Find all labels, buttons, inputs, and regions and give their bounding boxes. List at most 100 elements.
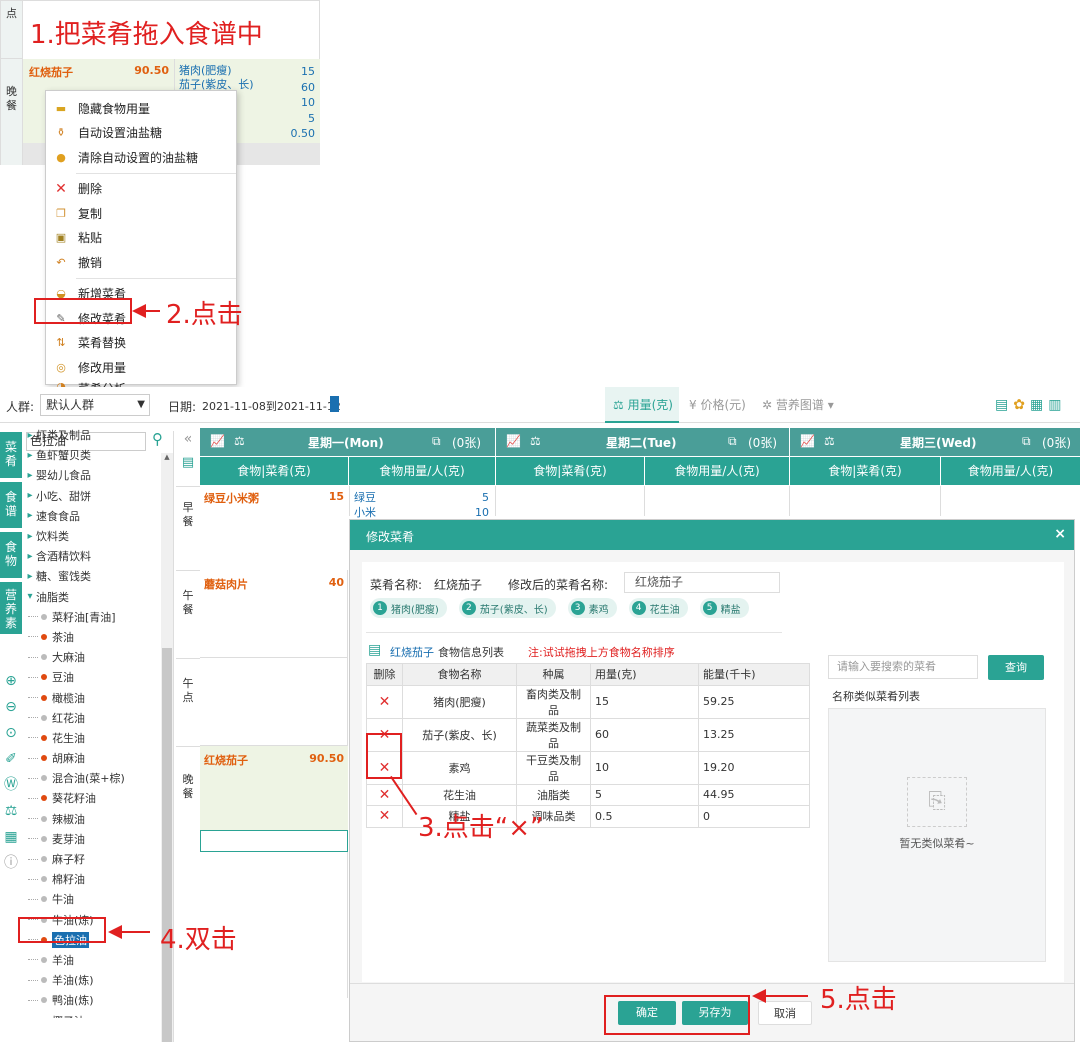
- photo-icon[interactable]: ⧉: [432, 434, 441, 449]
- note-icon[interactable]: ▤: [176, 455, 200, 470]
- cancel-button[interactable]: 取消: [758, 1001, 812, 1025]
- divider: [495, 486, 496, 516]
- scale-icon[interactable]: ⚖: [234, 434, 245, 448]
- scroll-up-icon[interactable]: ▲: [162, 453, 172, 461]
- weight-icon[interactable]: Ⓦ: [0, 772, 22, 798]
- col-header: 食物用量/人(克): [645, 457, 789, 485]
- grid-icon[interactable]: ▦: [0, 824, 22, 850]
- menu-item-hide-amount[interactable]: ▬ 隐藏食物用量: [46, 96, 236, 121]
- sidebar-tab-nutrients[interactable]: 营 养 素: [0, 582, 22, 634]
- tree-item-label: 羊油: [52, 953, 74, 967]
- tree-item[interactable]: 混合油(菜+棕): [24, 768, 160, 788]
- search-button[interactable]: 查询: [988, 655, 1044, 680]
- tab-nutrition-chart[interactable]: ✲ 营养图谱 ▾: [758, 387, 848, 423]
- sidebar-tab-foods[interactable]: 食 物: [0, 532, 22, 578]
- tree-item[interactable]: ▸ 鱼虾蟹贝类: [24, 445, 160, 465]
- sidebar-tab-dishes[interactable]: 菜 肴: [0, 432, 22, 478]
- date-range[interactable]: 2021-11-08到2021-11-12: [202, 398, 341, 414]
- status-dot-icon: [41, 694, 47, 701]
- menu-item-undo[interactable]: ↶ 撤销: [46, 250, 236, 275]
- tree-item[interactable]: 麦芽油: [24, 829, 160, 849]
- tree-item[interactable]: 麻子籽: [24, 849, 160, 869]
- status-dot-icon: [41, 997, 47, 1004]
- menu-item-clear-seasoning[interactable]: ● 清除自动设置的油盐糖: [46, 145, 236, 170]
- info-icon[interactable]: ⓘ: [0, 850, 22, 876]
- tree-item[interactable]: 辣椒油: [24, 809, 160, 829]
- tree-item[interactable]: 花生油: [24, 728, 160, 748]
- delete-icon[interactable]: ✕: [366, 684, 403, 719]
- add-dish-slot[interactable]: [200, 830, 348, 852]
- tab-amount[interactable]: ⚖ 用量(克): [605, 387, 679, 423]
- tree-item[interactable]: 羊油: [24, 950, 160, 970]
- tab-price[interactable]: ¥ 价格(元): [685, 387, 753, 423]
- food-chip[interactable]: 2 茄子(紫皮、长): [458, 598, 556, 618]
- tree-item[interactable]: ▸ 婴幼儿食品: [24, 465, 160, 485]
- stats-icon[interactable]: 📈: [210, 434, 225, 448]
- menu-item-auto-seasoning[interactable]: ⚱ 自动设置油盐糖: [46, 121, 236, 146]
- stats-icon[interactable]: 📈: [800, 434, 815, 448]
- food-chip[interactable]: 5 精盐: [699, 598, 749, 618]
- tree-item[interactable]: 鸭油(炼): [24, 990, 160, 1010]
- tree-item[interactable]: 羊油(炼): [24, 970, 160, 990]
- scale-icon[interactable]: ⚖: [824, 434, 835, 448]
- menu-item-copy[interactable]: ❐ 复制: [46, 201, 236, 226]
- status-dot-icon: [41, 613, 47, 620]
- zoom-out-icon[interactable]: ⊖: [0, 694, 22, 720]
- tree-item[interactable]: 红花油: [24, 708, 160, 728]
- zoom-reset-icon[interactable]: ⊙: [0, 720, 22, 746]
- tree-item[interactable]: ▸ 糖、蜜饯类: [24, 566, 160, 586]
- tree-item[interactable]: ▸ 速食食品: [24, 506, 160, 526]
- tree-item[interactable]: 菜籽油[青油]: [24, 607, 160, 627]
- delete-icon[interactable]: ✕: [366, 805, 403, 828]
- tree-item[interactable]: 大麻油: [24, 647, 160, 667]
- tree-item[interactable]: 棉籽油: [24, 869, 160, 889]
- table-cell: 44.95: [698, 783, 810, 806]
- tree-item[interactable]: 椰子油: [24, 1010, 160, 1018]
- scale-icon[interactable]: ⚖: [530, 434, 541, 448]
- text-cursor: [330, 396, 339, 412]
- tree-item[interactable]: ▸ 含酒精饮料: [24, 546, 160, 566]
- menu-item-edit-amount[interactable]: ◎ 修改用量: [46, 355, 236, 380]
- sidebar-tab-recipes[interactable]: 食 谱: [0, 482, 22, 528]
- scroll-thumb[interactable]: [162, 648, 172, 1042]
- amount: 15: [301, 65, 315, 78]
- save-icon[interactable]: ▤: [995, 397, 1013, 413]
- tree-item[interactable]: ▸ 小吃、甜饼: [24, 486, 160, 506]
- food-chip[interactable]: 4 花生油: [628, 598, 688, 618]
- tree-item[interactable]: ▸ 饮料类: [24, 526, 160, 546]
- tree-item[interactable]: 胡麻油: [24, 748, 160, 768]
- menu-item-swap-dish[interactable]: ⇅ 菜肴替换: [46, 331, 236, 356]
- new-name-input[interactable]: 红烧茄子: [624, 572, 780, 593]
- dish-cell[interactable]: 绿豆小米粥 15: [200, 486, 348, 516]
- collapse-icon[interactable]: «: [176, 431, 200, 447]
- menu-item-delete[interactable]: ✕ 删除: [46, 177, 236, 202]
- stats-icon[interactable]: 📈: [506, 434, 521, 448]
- export-icon[interactable]: ▥: [1048, 397, 1066, 413]
- tree-item[interactable]: 茶油: [24, 627, 160, 647]
- photo-icon[interactable]: ⧉: [728, 434, 737, 449]
- tree-item[interactable]: 牛油: [24, 889, 160, 909]
- brush-icon[interactable]: ✐: [0, 746, 22, 772]
- crowd-select[interactable]: 默认人群 ▼: [40, 394, 150, 416]
- dish-cell[interactable]: 蘑菇肉片 40: [200, 570, 348, 658]
- tree-item[interactable]: 豆油: [24, 667, 160, 687]
- share-icon[interactable]: ✿: [1013, 397, 1030, 413]
- chip-number: 1: [373, 601, 387, 615]
- col-header: 食物|菜肴(克): [200, 457, 348, 485]
- dish-search-input[interactable]: 请输入要搜索的菜肴: [828, 655, 978, 679]
- food-chip[interactable]: 3 素鸡: [567, 598, 617, 618]
- tree-item[interactable]: 葵花籽油: [24, 788, 160, 808]
- annotation-step3: 3.点击“×”: [418, 813, 544, 843]
- close-icon[interactable]: ×: [1054, 526, 1066, 542]
- food-chip[interactable]: 1 猪肉(肥瘦): [370, 598, 447, 618]
- empty-cell[interactable]: [200, 658, 348, 746]
- clear-icon: ●: [56, 150, 66, 164]
- balance-icon[interactable]: ⚖: [0, 798, 22, 824]
- menu-item-paste[interactable]: ▣ 粘贴: [46, 226, 236, 251]
- photo-icon[interactable]: ⧉: [1022, 434, 1031, 449]
- list-icon[interactable]: ▦: [1030, 397, 1048, 413]
- tree-item[interactable]: 橄榄油: [24, 687, 160, 707]
- zoom-in-icon[interactable]: ⊕: [0, 668, 22, 694]
- tree-item[interactable]: ▾ 油脂类: [24, 587, 160, 607]
- tree-item[interactable]: ▸ 虾类及制品: [24, 425, 160, 445]
